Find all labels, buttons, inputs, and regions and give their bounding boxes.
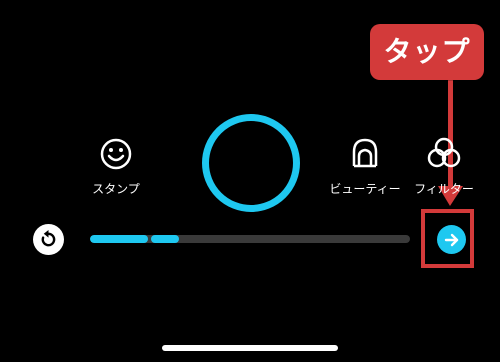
home-indicator <box>162 345 338 351</box>
shutter-button[interactable] <box>202 114 300 212</box>
annotation-callout: タップ <box>370 24 484 80</box>
filter-tool-label: フィルター <box>414 182 474 196</box>
undo-icon <box>41 230 56 247</box>
next-button[interactable] <box>437 225 466 254</box>
annotation-callout-label: タップ <box>383 35 471 68</box>
stamp-tool-button[interactable]: スタンプ <box>86 134 146 196</box>
filter-circles-icon <box>424 134 464 174</box>
filter-tool-button[interactable]: フィルター <box>406 134 482 196</box>
beauty-tool-button[interactable]: ビューティー <box>328 134 402 196</box>
stamp-tool-label: スタンプ <box>92 182 140 196</box>
recording-progress-track <box>90 235 410 243</box>
smiley-icon <box>96 134 136 174</box>
beauty-tool-label: ビューティー <box>329 182 401 196</box>
face-outline-icon <box>345 134 385 174</box>
recording-progress-segment <box>151 235 179 243</box>
recording-progress-segment <box>90 235 148 243</box>
undo-button[interactable] <box>33 224 64 255</box>
arrow-right-icon <box>444 233 458 246</box>
